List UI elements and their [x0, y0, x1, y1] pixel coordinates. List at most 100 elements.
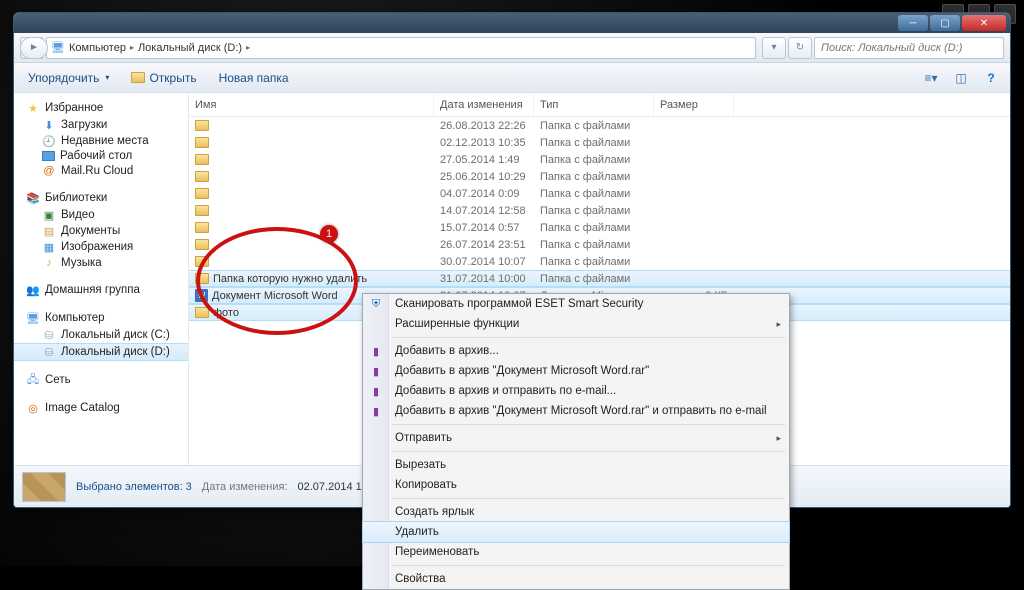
sidebar-item-recent[interactable]: 🕘Недавние места	[14, 133, 188, 149]
sidebar-item-mailru[interactable]: @Mail.Ru Cloud	[14, 163, 188, 179]
column-type[interactable]: Тип	[534, 93, 654, 116]
folder-icon	[195, 205, 209, 216]
computer-icon: 🖥	[26, 311, 40, 325]
sidebar-favorites[interactable]: Избранное	[45, 102, 103, 114]
ctx-scan[interactable]: ⛨Сканировать программой ESET Smart Secur…	[363, 294, 789, 314]
recent-icon: 🕘	[42, 134, 56, 148]
navigation-pane: ★ Избранное ⬇Загрузки 🕘Недавние места Раб…	[14, 93, 189, 465]
preview-pane-button[interactable]: ◫	[950, 69, 972, 87]
sidebar-computer[interactable]: Компьютер	[45, 312, 105, 324]
music-icon: ♪	[42, 256, 56, 270]
table-row[interactable]: —26.08.2013 22:26Папка с файлами	[189, 117, 1010, 134]
ctx-delete[interactable]: Удалить	[363, 522, 789, 542]
shield-icon: ⛨	[368, 296, 384, 312]
sidebar-item-pictures[interactable]: ▦Изображения	[14, 239, 188, 255]
folder-icon	[195, 273, 209, 284]
downloads-icon: ⬇	[42, 118, 56, 132]
maximize-button[interactable]: ▢	[930, 15, 960, 31]
close-button[interactable]: ✕	[962, 15, 1006, 31]
ctx-shortcut[interactable]: Создать ярлык	[363, 502, 789, 522]
ctx-cut[interactable]: Вырезать	[363, 455, 789, 475]
breadcrumb-root[interactable]: Компьютер	[69, 42, 126, 54]
column-size[interactable]: Размер	[654, 93, 734, 116]
libraries-icon: 📚	[26, 191, 40, 205]
archive-icon: ▮	[368, 403, 384, 419]
sidebar-item-drive-d[interactable]: ⛁Локальный диск (D:)	[14, 343, 188, 361]
ctx-properties[interactable]: Свойства	[363, 569, 789, 589]
refresh-button[interactable]: ↻	[788, 37, 812, 59]
sidebar-image-catalog[interactable]: Image Catalog	[45, 402, 120, 414]
sidebar-item-documents[interactable]: ▤Документы	[14, 223, 188, 239]
archive-icon: ▮	[368, 383, 384, 399]
status-selection-count: Выбрано элементов: 3	[76, 481, 192, 493]
documents-icon: ▤	[42, 224, 56, 238]
table-row[interactable]: —25.06.2014 10:29Папка с файлами	[189, 168, 1010, 185]
folder-icon	[195, 120, 209, 131]
chevron-right-icon: ▸	[246, 43, 250, 52]
word-icon	[195, 289, 208, 302]
archive-icon: ▮	[368, 343, 384, 359]
sidebar-item-desktop[interactable]: Рабочий стол	[14, 149, 188, 163]
breadcrumb-drive[interactable]: Локальный диск (D:)	[138, 42, 242, 54]
archive-icon: ▮	[368, 363, 384, 379]
table-row[interactable]: —30.07.2014 10:07Папка с файлами	[189, 253, 1010, 270]
drive-icon: ⛁	[42, 345, 56, 359]
address-bar[interactable]: 🖥 Компьютер ▸ Локальный диск (D:) ▸	[46, 37, 756, 59]
table-row[interactable]: —04.07.2014 0:09Папка с файлами	[189, 185, 1010, 202]
new-folder-button[interactable]: Новая папка	[213, 69, 295, 87]
ctx-archive-email[interactable]: ▮Добавить в архив и отправить по e-mail.…	[363, 381, 789, 401]
ctx-archive-named-email[interactable]: ▮Добавить в архив "Документ Microsoft Wo…	[363, 401, 789, 421]
titlebar[interactable]: ─ ▢ ✕	[14, 13, 1010, 33]
sidebar-libraries[interactable]: Библиотеки	[45, 192, 107, 204]
column-headers[interactable]: Имя Дата изменения Тип Размер	[189, 93, 1010, 117]
table-row[interactable]: —15.07.2014 0:57Папка с файлами	[189, 219, 1010, 236]
ctx-send[interactable]: Отправить	[363, 428, 789, 448]
computer-icon: 🖥	[51, 41, 65, 55]
status-date-label: Дата изменения:	[202, 481, 288, 493]
table-row[interactable]: —27.05.2014 1:49Папка с файлами	[189, 151, 1010, 168]
homegroup-icon: 👥	[26, 283, 40, 297]
catalog-icon: ◎	[26, 401, 40, 415]
ctx-advanced[interactable]: Расширенные функции	[363, 314, 789, 334]
ctx-archive-add[interactable]: ▮Добавить в архив...	[363, 341, 789, 361]
column-name[interactable]: Имя	[189, 93, 434, 116]
favorites-icon: ★	[26, 101, 40, 115]
minimize-button[interactable]: ─	[898, 15, 928, 31]
folder-icon	[131, 72, 145, 83]
sidebar-item-videos[interactable]: ▣Видео	[14, 207, 188, 223]
video-icon: ▣	[42, 208, 56, 222]
folder-icon	[195, 239, 209, 250]
forward-button[interactable]: ►	[20, 37, 48, 59]
ctx-copy[interactable]: Копировать	[363, 475, 789, 495]
search-input[interactable]	[814, 37, 1004, 59]
help-button[interactable]: ?	[980, 69, 1002, 87]
folder-icon	[195, 154, 209, 165]
sidebar-item-downloads[interactable]: ⬇Загрузки	[14, 117, 188, 133]
network-icon: 🖧	[26, 373, 40, 387]
address-dropdown[interactable]: ▾	[762, 37, 786, 59]
desktop-icon	[42, 151, 55, 161]
table-row[interactable]: —26.07.2014 23:51Папка с файлами	[189, 236, 1010, 253]
open-button[interactable]: Открыть	[125, 69, 202, 87]
ctx-rename[interactable]: Переименовать	[363, 542, 789, 562]
mailru-icon: @	[42, 164, 56, 178]
folder-icon	[195, 188, 209, 199]
sidebar-network[interactable]: Сеть	[45, 374, 71, 386]
table-row-selected[interactable]: Папка которую нужно удалить31.07.2014 10…	[189, 270, 1010, 287]
ctx-archive-named[interactable]: ▮Добавить в архив "Документ Microsoft Wo…	[363, 361, 789, 381]
status-thumbnail	[22, 472, 66, 502]
sidebar-item-drive-c[interactable]: ⛁Локальный диск (C:)	[14, 327, 188, 343]
sidebar-item-music[interactable]: ♪Музыка	[14, 255, 188, 271]
folder-icon	[195, 307, 209, 318]
table-row[interactable]: —02.12.2013 10:35Папка с файлами	[189, 134, 1010, 151]
pictures-icon: ▦	[42, 240, 56, 254]
folder-icon	[195, 256, 209, 267]
table-row[interactable]: —14.07.2014 12:58Папка с файлами	[189, 202, 1010, 219]
view-options-button[interactable]: ≡▾	[920, 69, 942, 87]
column-date[interactable]: Дата изменения	[434, 93, 534, 116]
drive-icon: ⛁	[42, 328, 56, 342]
sidebar-homegroup[interactable]: Домашняя группа	[45, 284, 140, 296]
folder-icon	[195, 137, 209, 148]
toolbar: Упорядочить Открыть Новая папка ≡▾ ◫ ?	[14, 63, 1010, 93]
organize-button[interactable]: Упорядочить	[22, 69, 115, 87]
